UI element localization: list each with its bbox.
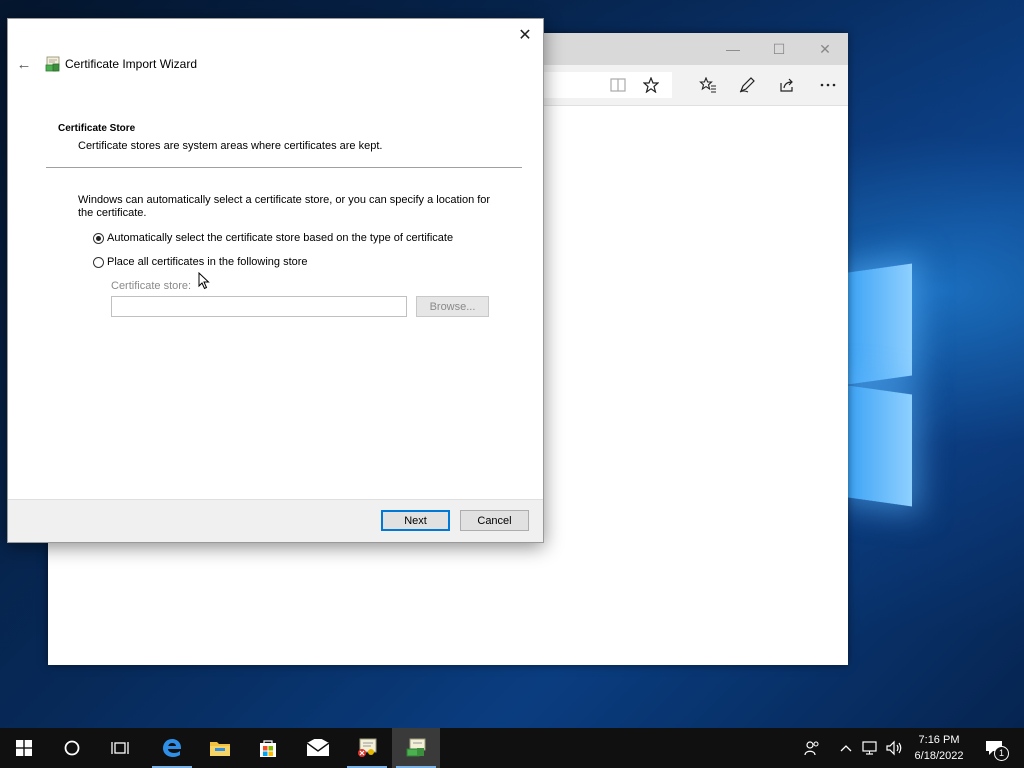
radio-place-in-store[interactable]: Place all certificates in the following … <box>93 256 308 268</box>
share-icon[interactable] <box>769 65 805 105</box>
edge-icon <box>163 739 182 757</box>
cortana-icon <box>64 740 80 756</box>
maximize-icon: ☐ <box>772 40 786 57</box>
taskbar-mail[interactable] <box>294 728 342 768</box>
certificate-wizard-icon <box>44 55 62 73</box>
volume-button[interactable] <box>884 728 906 768</box>
mouse-cursor-icon <box>198 271 210 290</box>
cert-wizard-icon <box>406 738 426 757</box>
clock[interactable]: 7:16 PM 6/18/2022 <box>905 732 973 764</box>
browse-button[interactable]: Browse... <box>416 296 489 317</box>
certificate-import-wizard-dialog: ✕ ← Certificate Import Wizard Certificat… <box>7 18 544 543</box>
favorites-list-icon[interactable] <box>690 65 726 105</box>
browser-close-button[interactable]: ✕ <box>802 33 848 65</box>
favorite-star-icon[interactable] <box>633 65 669 105</box>
dialog-footer: Next Cancel <box>8 499 543 542</box>
clock-time: 7:16 PM <box>918 734 960 746</box>
cortana-button[interactable] <box>48 728 96 768</box>
network-button[interactable] <box>860 728 882 768</box>
header-divider <box>46 167 522 168</box>
intro-text: Windows can automatically select a certi… <box>78 194 491 219</box>
notification-count-badge: 1 <box>994 746 1009 761</box>
taskbar-file-explorer[interactable] <box>196 728 244 768</box>
start-icon <box>16 740 32 756</box>
reading-view-icon[interactable] <box>600 65 636 105</box>
radio-button-checked[interactable] <box>93 232 104 244</box>
certificate-store-input[interactable] <box>111 296 407 317</box>
browser-maximize-button[interactable]: ☐ <box>756 33 802 65</box>
certmgr-icon <box>358 738 377 757</box>
people-icon <box>804 741 819 756</box>
taskbar-store[interactable] <box>244 728 292 768</box>
section-description: Certificate stores are system areas wher… <box>78 140 383 152</box>
section-title: Certificate Store <box>58 123 136 134</box>
radio-button-unchecked[interactable] <box>93 256 104 268</box>
taskbar-edge[interactable] <box>148 728 196 768</box>
dialog-close-button[interactable]: ✕ <box>513 23 537 47</box>
speaker-icon <box>886 740 902 756</box>
radio-auto-select-label: Automatically select the certificate sto… <box>107 232 454 244</box>
cancel-button[interactable]: Cancel <box>460 510 529 531</box>
certificate-store-label: Certificate store: <box>111 280 192 292</box>
people-button[interactable] <box>800 728 824 768</box>
close-icon: ✕ <box>518 27 532 44</box>
clock-date: 6/18/2022 <box>914 750 964 762</box>
network-icon <box>862 741 877 755</box>
task-view-icon <box>111 742 129 754</box>
taskbar-cert-wizard[interactable] <box>392 728 440 768</box>
wizard-title: Certificate Import Wizard <box>65 57 198 71</box>
radio-place-in-store-label: Place all certificates in the following … <box>107 256 308 268</box>
store-icon <box>260 740 276 757</box>
start-button[interactable] <box>0 728 48 768</box>
taskbar-certmgr[interactable] <box>343 728 391 768</box>
browser-minimize-button[interactable]: — <box>710 33 756 65</box>
radio-auto-select[interactable]: Automatically select the certificate sto… <box>93 232 453 244</box>
pen-icon[interactable] <box>729 65 765 105</box>
mail-icon <box>306 739 330 756</box>
chevron-up-icon <box>840 745 852 752</box>
back-button[interactable]: ← <box>14 55 34 73</box>
desktop: — ☐ ✕ ✕ ← Certificate Import Wizard Cert… <box>0 0 1024 728</box>
back-arrow-icon: ← <box>16 55 32 73</box>
more-icon[interactable] <box>810 65 846 105</box>
minimize-icon: — <box>726 41 740 57</box>
taskbar: 7:16 PM 6/18/2022 1 <box>0 728 1024 768</box>
windows-logo-pane <box>848 385 912 507</box>
close-icon: ✕ <box>819 40 831 57</box>
windows-logo-pane <box>848 263 912 385</box>
next-button[interactable]: Next <box>381 510 450 531</box>
action-center-button[interactable]: 1 <box>980 728 1009 768</box>
file-explorer-icon <box>210 742 230 756</box>
task-view-button[interactable] <box>96 728 144 768</box>
show-hidden-icons-button[interactable] <box>836 728 856 768</box>
